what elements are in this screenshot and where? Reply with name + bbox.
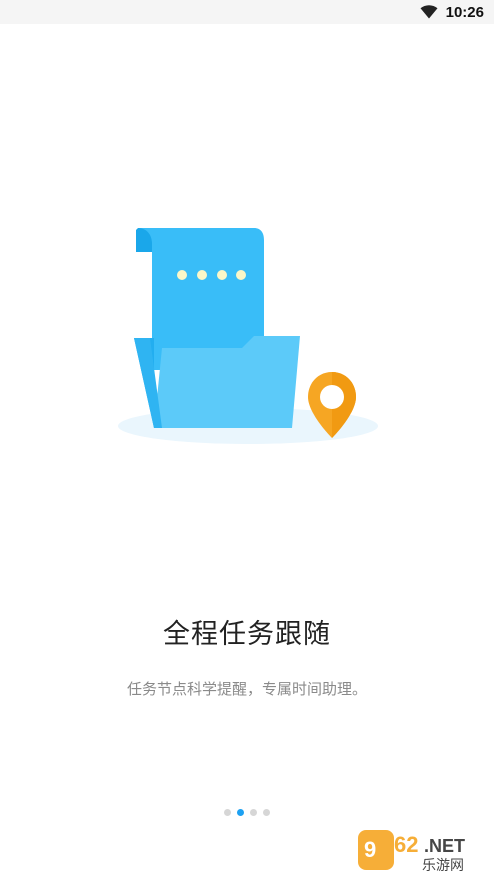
svg-text:62: 62 <box>394 832 418 857</box>
status-indicators: 10:26 <box>420 0 484 24</box>
page-indicator <box>0 809 494 816</box>
onboarding-illustration <box>118 228 378 444</box>
site-watermark-logo: 9 62 .NET 乐游网 <box>358 830 465 874</box>
svg-text:.NET: .NET <box>424 836 465 856</box>
svg-text:乐游网: 乐游网 <box>422 858 464 874</box>
svg-text:9: 9 <box>364 837 376 862</box>
status-time: 10:26 <box>445 3 484 21</box>
onboarding-title: 全程任务跟随 <box>163 619 331 650</box>
wifi-icon <box>420 5 438 19</box>
page-dot-2-active[interactable] <box>237 809 244 816</box>
onboarding-description: 任务节点科学提醒，专属时间助理。 <box>126 680 367 698</box>
page-dot-4[interactable] <box>263 809 270 816</box>
page-dot-1[interactable] <box>224 809 231 816</box>
page-dot-3[interactable] <box>250 809 257 816</box>
status-bar: 10:26 <box>0 0 494 24</box>
